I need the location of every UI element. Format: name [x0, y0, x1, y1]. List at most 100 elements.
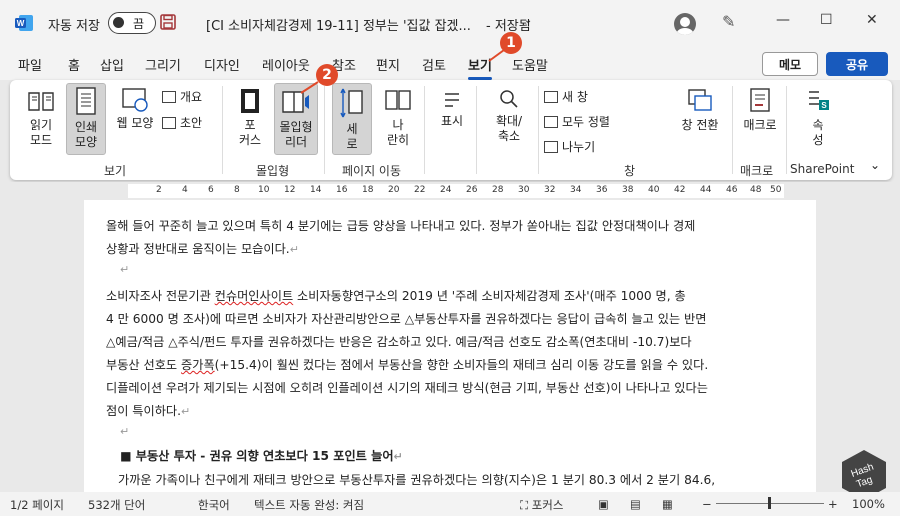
ruler-tick: 2: [156, 185, 162, 195]
read-mode-icon: [28, 92, 54, 111]
page-count[interactable]: 1/2 페이지: [10, 497, 64, 513]
tab-home[interactable]: 홈: [68, 55, 80, 74]
tab-insert[interactable]: 삽입: [100, 55, 124, 74]
body-line: 부동산 선호도 증가폭(+15.4)이 훨씬 컸다는 점에서 부동산을 향한 소…: [106, 355, 708, 373]
autosave-toggle[interactable]: 끔: [108, 12, 156, 34]
outline-button[interactable]: 개요: [162, 88, 202, 105]
body-text: 소비자조사 전문기관: [106, 289, 215, 303]
split-button[interactable]: 나누기: [544, 138, 595, 155]
ribbon-separator: [424, 86, 425, 174]
enter-mark: ↵: [120, 263, 130, 276]
read-mode-status-icon[interactable]: ▣: [598, 497, 609, 511]
vertical-button[interactable]: 세 로: [332, 83, 372, 155]
close-button[interactable]: ✕: [866, 12, 878, 28]
ribbon-separator: [538, 86, 539, 174]
focus-icon: [241, 89, 259, 113]
arrange-all-label: 모두 정렬: [562, 115, 610, 129]
ribbon-separator: [222, 86, 223, 174]
focus-button[interactable]: 포 커스: [230, 86, 270, 156]
save-icon[interactable]: [160, 14, 176, 30]
draft-button[interactable]: 초안: [162, 114, 202, 131]
tab-mailings[interactable]: 편지: [376, 55, 400, 74]
document-title[interactable]: [CI 소비자체감경제 19-11] 정부는 '집값 잡겠...: [206, 15, 471, 34]
body-line: 4 만 6000 명 조사)에 따르면 소비자가 자산관리방안으로 △부동산투자…: [106, 312, 707, 326]
paragraph-mark: ↵: [181, 405, 191, 418]
collapse-ribbon-chevron-icon[interactable]: ⌄: [870, 158, 880, 172]
web-layout-status-icon[interactable]: ▦: [662, 497, 673, 511]
macros-button[interactable]: 매크로: [738, 86, 782, 148]
draft-icon: [162, 116, 176, 129]
split-label: 나누기: [562, 140, 596, 154]
svg-text:S: S: [821, 101, 827, 110]
tab-layout[interactable]: 레이아웃: [262, 55, 310, 74]
tab-draw[interactable]: 그리기: [145, 55, 181, 74]
group-page-movement-label: 페이지 이동: [342, 164, 402, 178]
minimize-button[interactable]: —: [776, 12, 790, 28]
empty-paragraph: ↵: [120, 262, 129, 276]
new-window-button[interactable]: 새 창: [544, 88, 588, 105]
switch-windows-button[interactable]: 창 전환: [674, 86, 726, 148]
ruler-tick: 4: [182, 185, 188, 195]
toggle-knob: [113, 17, 124, 28]
word-count[interactable]: 532개 단어: [88, 497, 145, 513]
text-prediction-status[interactable]: 텍스트 자동 완성: 켜짐: [254, 497, 364, 513]
ruler-tick: 10: [258, 185, 270, 195]
properties-button[interactable]: S 속 성: [800, 86, 836, 156]
enter-mark: ↵: [120, 425, 130, 438]
ruler-tick: 16: [336, 185, 348, 195]
macros-label: 매크로: [743, 118, 777, 132]
read-mode-label-2: 모드: [29, 133, 53, 147]
web-layout-icon: [122, 88, 148, 112]
paragraph-mark: ↵: [393, 450, 403, 463]
account-avatar[interactable]: [674, 13, 696, 35]
horizontal-ruler[interactable]: 2 4 6 8 10 12 14 16 18 20 22 24 26 28 30…: [0, 182, 900, 200]
ruler-tick: 28: [492, 185, 504, 195]
zoom-button[interactable]: 확대/ 축소: [484, 86, 534, 156]
side-by-side-button[interactable]: 나 란히: [378, 86, 418, 156]
arrange-all-button[interactable]: 모두 정렬: [544, 113, 610, 130]
ruler-tick: 42: [674, 185, 686, 195]
empty-paragraph: ↵: [120, 424, 129, 438]
body-text: 상황과 정반대로 움직이는 모습이다.: [106, 242, 290, 256]
ruler-tick: 50: [770, 185, 782, 195]
ruler-tick: 34: [570, 185, 582, 195]
zoom-in-button[interactable]: +: [828, 497, 838, 511]
chevron-down-icon[interactable]: ⌄: [524, 15, 532, 26]
paragraph-mark: ↵: [289, 243, 299, 256]
focus-status-button[interactable]: ⛶ 포커스: [520, 497, 563, 513]
body-line: 점이 특이하다.↵: [106, 401, 190, 419]
print-layout-button[interactable]: 인쇄 모양: [66, 83, 106, 155]
zoom-level[interactable]: 100%: [852, 497, 885, 511]
section-heading: ■ 부동산 투자 - 권유 의향 연초보다 15 포인트 늘어↵: [120, 446, 403, 464]
share-button[interactable]: 공유: [826, 52, 888, 76]
svg-text:W: W: [17, 19, 25, 28]
toggle-state: 끔: [133, 17, 145, 31]
draft-label: 초안: [180, 116, 203, 130]
ruler-tick: 20: [388, 185, 400, 195]
body-text: 점이 특이하다.: [106, 404, 182, 418]
web-layout-button[interactable]: 웹 모양: [112, 86, 158, 146]
immersive-reader-label-2: 리더: [284, 135, 308, 149]
show-button[interactable]: 표시: [434, 86, 470, 146]
tab-file[interactable]: 파일: [18, 55, 42, 74]
tab-design[interactable]: 디자인: [204, 55, 240, 74]
tab-help[interactable]: 도움말: [512, 55, 548, 74]
zoom-slider-thumb[interactable]: [768, 497, 771, 509]
body-line: 디플레이션 우려가 제기되는 시점에 오히려 인플레이션 시기의 재테크 방식(…: [106, 381, 708, 395]
new-window-label: 새 창: [562, 90, 588, 104]
designer-wand-icon[interactable]: ✎: [722, 12, 735, 31]
side-by-side-label-2: 란히: [386, 133, 410, 147]
body-line: 상황과 정반대로 움직이는 모습이다.↵: [106, 239, 299, 257]
tab-review[interactable]: 검토: [422, 55, 446, 74]
zoom-out-button[interactable]: −: [702, 497, 712, 511]
language[interactable]: 한국어: [198, 497, 230, 513]
print-layout-status-icon[interactable]: ▤: [630, 497, 641, 511]
maximize-button[interactable]: ☐: [820, 12, 833, 28]
body-line: 올해 들어 꾸준히 늘고 있으며 특히 4 분기에는 급등 양상을 나타내고 있…: [106, 219, 696, 233]
comments-button[interactable]: 메모: [762, 52, 818, 76]
ruler-tick: 44: [700, 185, 712, 195]
print-layout-label-1: 인쇄: [74, 120, 98, 134]
document-page[interactable]: 올해 들어 꾸준히 늘고 있으며 특히 4 분기에는 급등 양상을 나타내고 있…: [84, 200, 816, 492]
ruler-tick: 12: [284, 185, 296, 195]
read-mode-button[interactable]: 읽기 모드: [18, 86, 64, 154]
